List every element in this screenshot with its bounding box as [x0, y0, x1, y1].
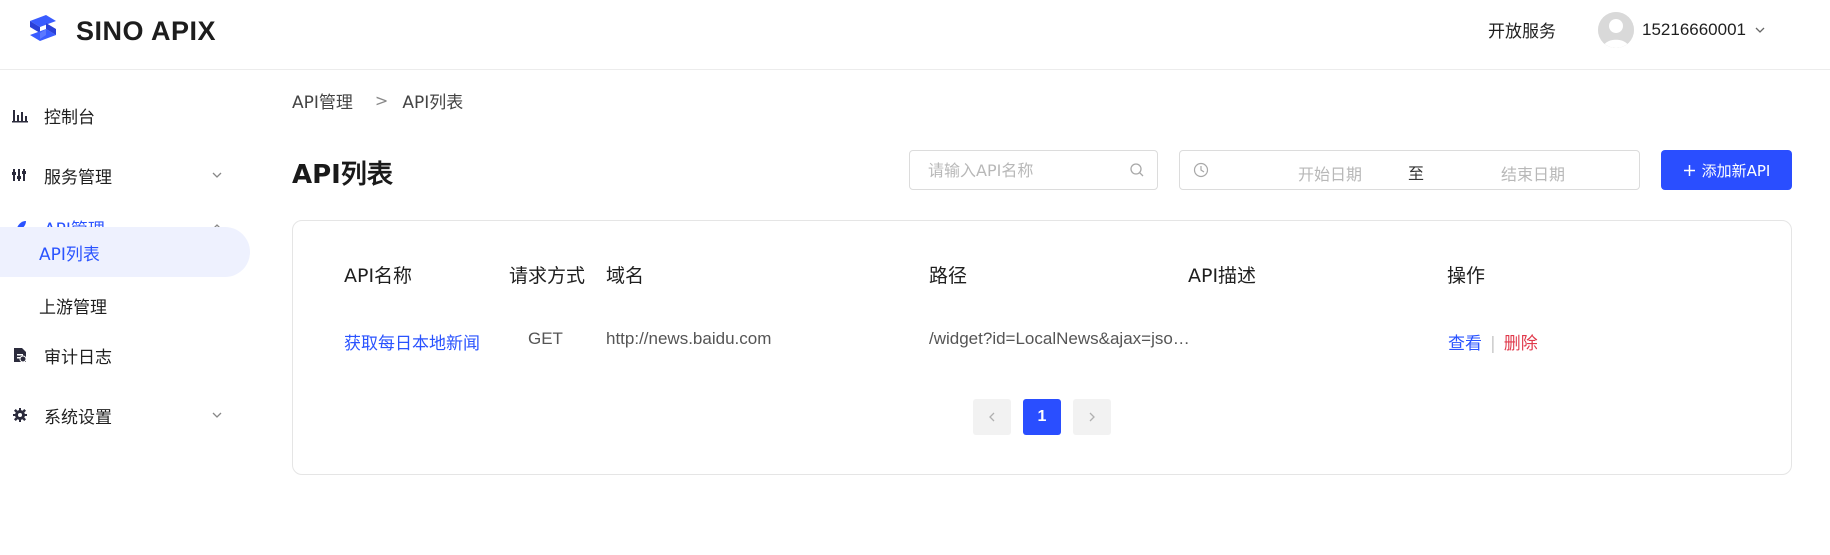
- sidebar: 控制台 服务管理 API管理 API列表 上游管理 审计日志 系统设置: [0, 70, 252, 555]
- api-table-card: API名称 请求方式 域名 路径 API描述 操作 获取每日本地新闻 GET h…: [292, 220, 1792, 475]
- chevron-down-icon: [1755, 27, 1765, 33]
- breadcrumb-current: API列表: [402, 93, 464, 113]
- action-separator: |: [1490, 334, 1496, 354]
- prev-page-button[interactable]: [973, 399, 1011, 435]
- brand-name: SINO APIX: [76, 15, 217, 46]
- column-header-method: 请求方式: [509, 265, 586, 287]
- breadcrumb-parent[interactable]: API管理: [292, 88, 353, 113]
- sidebar-item-label: 控制台: [44, 107, 95, 128]
- search-box: [909, 150, 1158, 190]
- open-service-link[interactable]: 开放服务: [1488, 17, 1556, 42]
- sino-logo-icon: [30, 15, 56, 41]
- sidebar-item-label: API列表: [39, 244, 100, 265]
- add-api-button[interactable]: 添加新API: [1661, 150, 1792, 190]
- start-date-input[interactable]: 开始日期: [1270, 161, 1390, 185]
- avatar: [1598, 12, 1634, 48]
- pagination: 1: [973, 399, 1123, 435]
- user-phone: 15216660001: [1642, 20, 1747, 39]
- search-icon[interactable]: [1129, 162, 1145, 178]
- add-api-label: 添加新API: [1701, 161, 1771, 180]
- chevron-down-icon: [212, 412, 222, 418]
- page-title: API列表: [292, 160, 393, 190]
- column-header-description: API描述: [1188, 265, 1257, 287]
- search-input[interactable]: [928, 151, 1118, 189]
- breadcrumb-separator: >: [374, 91, 389, 110]
- date-range-separator: 至: [1407, 164, 1424, 183]
- gear-icon: [12, 407, 28, 423]
- delete-button[interactable]: 删除: [1504, 334, 1538, 354]
- bar-chart-icon: [12, 107, 28, 123]
- chevron-left-icon: [989, 412, 995, 422]
- sidebar-item-audit-log[interactable]: 审计日志: [0, 330, 252, 380]
- date-range-picker[interactable]: 开始日期 至 结束日期: [1179, 150, 1640, 190]
- breadcrumb: API管理 > API列表: [292, 88, 463, 113]
- chevron-right-icon: [1089, 412, 1095, 422]
- domain-cell: http://news.baidu.com: [606, 329, 772, 348]
- clock-icon: [1193, 162, 1209, 178]
- column-header-path: 路径: [929, 265, 968, 287]
- column-header-api-name: API名称: [344, 265, 413, 287]
- brand-logo[interactable]: SINO APIX: [24, 12, 216, 50]
- request-method: GET: [528, 329, 563, 348]
- sidebar-item-label: 上游管理: [39, 297, 107, 318]
- top-header: SINO APIX 开放服务 15216660001: [0, 0, 1830, 70]
- user-avatar-icon: [1598, 12, 1634, 48]
- end-date-input[interactable]: 结束日期: [1473, 161, 1593, 185]
- sidebar-item-api-list[interactable]: API列表: [0, 227, 250, 277]
- sliders-icon: [12, 167, 28, 183]
- row-actions: 查看 | 删除: [1448, 329, 1538, 354]
- sidebar-item-system-settings[interactable]: 系统设置: [0, 390, 252, 440]
- column-header-domain: 域名: [606, 265, 645, 287]
- api-name-link[interactable]: 获取每日本地新闻: [344, 329, 480, 354]
- view-button[interactable]: 查看: [1448, 334, 1482, 354]
- sidebar-item-dashboard[interactable]: 控制台: [0, 90, 252, 140]
- page-number-button[interactable]: 1: [1023, 399, 1061, 435]
- sidebar-item-service-management[interactable]: 服务管理: [0, 150, 252, 200]
- sidebar-item-label: 服务管理: [44, 167, 112, 188]
- plus-icon: [1683, 164, 1695, 176]
- sidebar-item-upstream-management[interactable]: 上游管理: [0, 280, 252, 330]
- sidebar-item-label: 系统设置: [44, 407, 112, 428]
- log-file-icon: [12, 347, 28, 363]
- sidebar-item-label: 审计日志: [44, 347, 112, 368]
- user-menu[interactable]: 15216660001: [1598, 12, 1766, 48]
- column-header-actions: 操作: [1447, 265, 1486, 287]
- path-cell: /widget?id=LocalNews&ajax=jso…: [929, 329, 1190, 348]
- chevron-down-icon: [212, 172, 222, 178]
- next-page-button[interactable]: [1073, 399, 1111, 435]
